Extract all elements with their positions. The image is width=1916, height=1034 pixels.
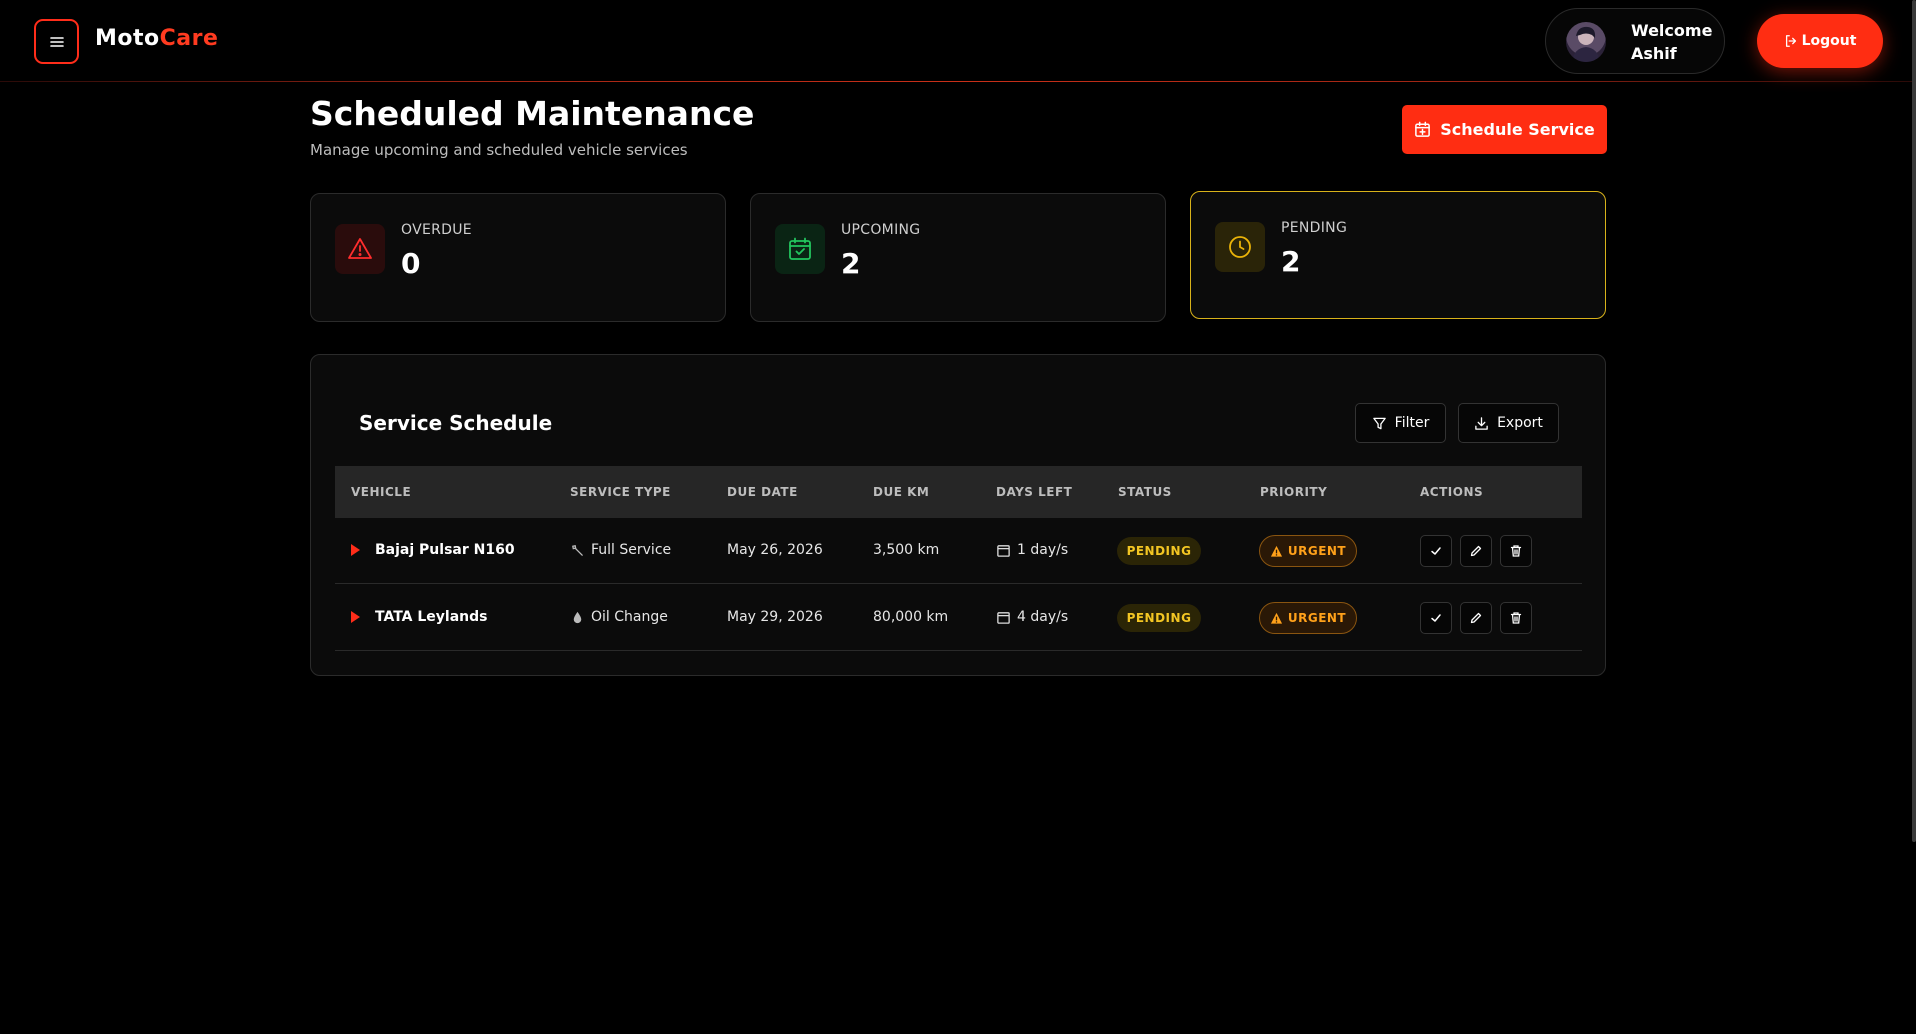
export-label: Export (1497, 415, 1543, 431)
days-left-cell: 1 day/s (996, 542, 1068, 558)
table-header: VEHICLE SERVICE TYPE DUE DATE DUE KM DAY… (335, 466, 1582, 518)
service-type-cell: Full Service (570, 542, 671, 558)
avatar (1566, 22, 1606, 62)
expand-row-icon[interactable] (351, 611, 360, 623)
hamburger-icon (49, 36, 64, 47)
column-header-service-type[interactable]: SERVICE TYPE (570, 485, 671, 499)
trash-icon (1510, 612, 1522, 624)
service-schedule-panel: Service Schedule Filter Export VEHICLE S… (310, 354, 1606, 676)
page-title: Scheduled Maintenance (310, 94, 755, 133)
logout-button[interactable]: Logout (1757, 14, 1883, 68)
logout-label: Logout (1801, 33, 1857, 49)
clock-icon (1229, 236, 1251, 258)
schedule-service-label: Schedule Service (1440, 120, 1595, 139)
expand-row-icon[interactable] (351, 544, 360, 556)
edit-button[interactable] (1460, 602, 1492, 634)
stat-label: OVERDUE (401, 222, 472, 238)
logout-icon (1785, 35, 1796, 47)
column-header-due-date[interactable]: DUE DATE (727, 485, 798, 499)
top-navbar: MotoCare Welcome Ashif Logout (0, 0, 1916, 82)
stat-value: 2 (1281, 245, 1301, 278)
oil-drop-icon (573, 611, 582, 623)
stat-icon-box (1215, 222, 1265, 272)
welcome-label: Welcome (1631, 21, 1713, 40)
delete-button[interactable] (1500, 535, 1532, 567)
stat-card-overdue[interactable]: OVERDUE 0 (310, 193, 726, 322)
complete-button[interactable] (1420, 535, 1452, 567)
days-left: 1 day/s (1017, 542, 1069, 558)
user-name: Ashif (1631, 44, 1677, 63)
edit-button[interactable] (1460, 535, 1492, 567)
column-header-days-left[interactable]: DAYS LEFT (996, 485, 1072, 499)
calendar-icon (997, 611, 1010, 624)
table-row[interactable]: Bajaj Pulsar N160 Full Service May 26, 2… (335, 518, 1582, 584)
stat-value: 0 (401, 247, 421, 280)
due-km: 80,000 km (873, 609, 949, 625)
menu-button[interactable] (34, 19, 79, 64)
priority-label: URGENT (1287, 544, 1347, 558)
delete-button[interactable] (1500, 602, 1532, 634)
calendar-check-icon (789, 237, 811, 260)
stat-value: 2 (841, 247, 861, 280)
filter-label: Filter (1394, 415, 1430, 431)
trash-icon (1510, 545, 1522, 557)
column-header-priority[interactable]: PRIORITY (1260, 485, 1327, 499)
pencil-icon (1470, 545, 1482, 557)
column-header-status[interactable]: STATUS (1118, 485, 1172, 499)
due-date: May 29, 2026 (727, 609, 823, 625)
status-badge: PENDING (1117, 537, 1201, 565)
due-date: May 26, 2026 (727, 542, 823, 558)
days-left: 4 day/s (1017, 609, 1069, 625)
vehicle-cell[interactable]: Bajaj Pulsar N160 (351, 542, 515, 558)
export-button[interactable]: Export (1458, 403, 1559, 443)
complete-button[interactable] (1420, 602, 1452, 634)
priority-label: URGENT (1287, 611, 1347, 625)
schedule-service-button[interactable]: Schedule Service (1402, 105, 1607, 154)
welcome-text: Welcome Ashif (1631, 19, 1721, 65)
stat-icon-box (775, 224, 825, 274)
stat-card-upcoming[interactable]: UPCOMING 2 (750, 193, 1166, 322)
vehicle-name: TATA Leylands (375, 609, 488, 625)
wrench-icon (572, 544, 583, 556)
pencil-icon (1470, 612, 1482, 624)
column-header-due-km[interactable]: DUE KM (873, 485, 929, 499)
column-header-actions: ACTIONS (1420, 485, 1484, 499)
page-subtitle: Manage upcoming and scheduled vehicle se… (310, 141, 688, 159)
panel-title: Service Schedule (359, 411, 553, 435)
warning-icon (1270, 545, 1282, 557)
brand-name-part2: Care (159, 26, 219, 51)
priority-badge: URGENT (1259, 602, 1357, 634)
due-km: 3,500 km (873, 542, 940, 558)
warning-triangle-icon (348, 238, 372, 259)
warning-icon (1270, 612, 1282, 624)
brand-name-part1: Moto (95, 26, 160, 51)
brand-logo[interactable]: MotoCare (95, 26, 218, 51)
stat-card-pending[interactable]: PENDING 2 (1190, 191, 1606, 319)
stat-label: PENDING (1281, 220, 1348, 236)
page-scrollbar[interactable] (1912, 0, 1916, 842)
column-header-vehicle[interactable]: VEHICLE (351, 485, 411, 499)
status-badge: PENDING (1117, 604, 1201, 632)
vehicle-name: Bajaj Pulsar N160 (375, 542, 515, 558)
download-icon (1475, 416, 1488, 430)
table-row[interactable]: TATA Leylands Oil Change May 29, 2026 80… (335, 585, 1582, 651)
service-type-cell: Oil Change (570, 609, 668, 625)
check-icon (1431, 614, 1441, 622)
stat-icon-box (335, 224, 385, 274)
vehicle-cell[interactable]: TATA Leylands (351, 609, 488, 625)
priority-badge: URGENT (1259, 535, 1357, 567)
user-profile[interactable]: Welcome Ashif (1545, 8, 1725, 74)
service-type: Full Service (591, 542, 672, 558)
stat-label: UPCOMING (841, 222, 921, 238)
filter-button[interactable]: Filter (1355, 403, 1446, 443)
service-type: Oil Change (591, 609, 668, 625)
calendar-plus-icon (1415, 121, 1431, 137)
check-icon (1431, 547, 1441, 555)
calendar-icon (997, 544, 1010, 557)
days-left-cell: 4 day/s (996, 609, 1068, 625)
filter-icon (1372, 417, 1386, 429)
